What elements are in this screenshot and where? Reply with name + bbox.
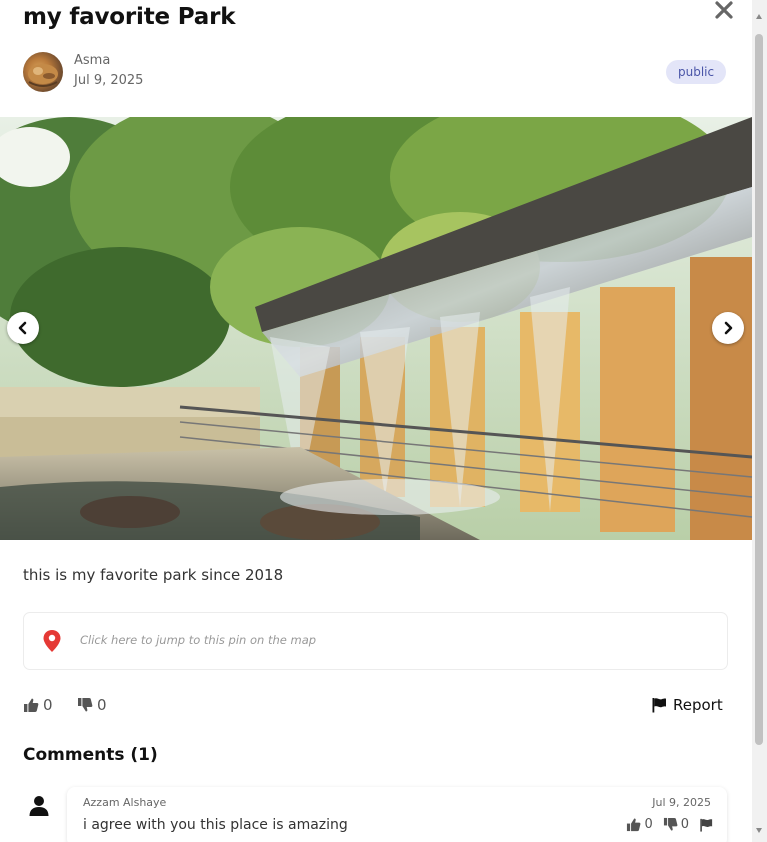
visibility-badge: public: [666, 60, 727, 84]
thumbs-up-icon: [627, 818, 641, 832]
dislike-count: 0: [97, 696, 107, 714]
comment-card: Azzam Alshaye Jul 9, 2025 i agree with y…: [67, 787, 727, 842]
scrollbar[interactable]: [752, 0, 767, 842]
chevron-right-icon: [724, 321, 733, 335]
flag-icon: [700, 818, 713, 832]
previous-image-button[interactable]: [7, 312, 39, 344]
comment-report-button[interactable]: [699, 818, 713, 832]
comment-author[interactable]: Azzam Alshaye: [83, 796, 166, 809]
thumbs-up-icon: [24, 698, 39, 712]
comment-dislike-button[interactable]: 0: [663, 817, 689, 832]
thumbs-down-icon: [663, 817, 678, 831]
comment-dislike-count: 0: [680, 817, 689, 832]
comment-actions: 0 0: [626, 817, 713, 832]
comment-text: i agree with you this place is amazing: [83, 817, 348, 833]
thumbs-down-icon: [78, 698, 93, 712]
scroll-thumb[interactable]: [755, 34, 763, 745]
scroll-down-arrow[interactable]: [756, 828, 762, 833]
close-button[interactable]: [712, 0, 736, 22]
comment-like-count: 0: [644, 817, 653, 832]
comment-like-button[interactable]: 0: [626, 817, 653, 832]
comment-date: Jul 9, 2025: [652, 796, 711, 809]
map-pin-link[interactable]: Click here to jump to this pin on the ma…: [23, 612, 728, 670]
next-image-button[interactable]: [712, 312, 744, 344]
map-pin-icon: [43, 630, 61, 652]
post-actions: 0 0 Report: [23, 694, 728, 718]
report-button[interactable]: Report: [651, 696, 723, 714]
post-title: my favorite Park: [23, 4, 236, 30]
scroll-up-arrow[interactable]: [756, 14, 762, 19]
post-description: this is my favorite park since 2018: [23, 566, 284, 584]
user-icon: [29, 796, 49, 816]
post-date: Jul 9, 2025: [74, 73, 144, 88]
comments-heading: Comments (1): [23, 745, 158, 765]
author-name[interactable]: Asma: [74, 53, 110, 68]
like-count: 0: [43, 696, 53, 714]
report-label: Report: [673, 696, 723, 714]
post-photo: [0, 117, 752, 540]
chevron-left-icon: [18, 321, 27, 335]
author-row: Asma Jul 9, 2025 public: [23, 52, 728, 92]
map-pin-hint: Click here to jump to this pin on the ma…: [80, 633, 317, 647]
like-button[interactable]: 0: [23, 696, 53, 714]
close-icon: [715, 1, 733, 19]
post-modal: my favorite Park Asma Jul 9, 2025 public: [0, 0, 752, 842]
flag-icon: [652, 698, 666, 713]
avatar[interactable]: [23, 52, 63, 92]
dislike-button[interactable]: 0: [77, 696, 107, 714]
